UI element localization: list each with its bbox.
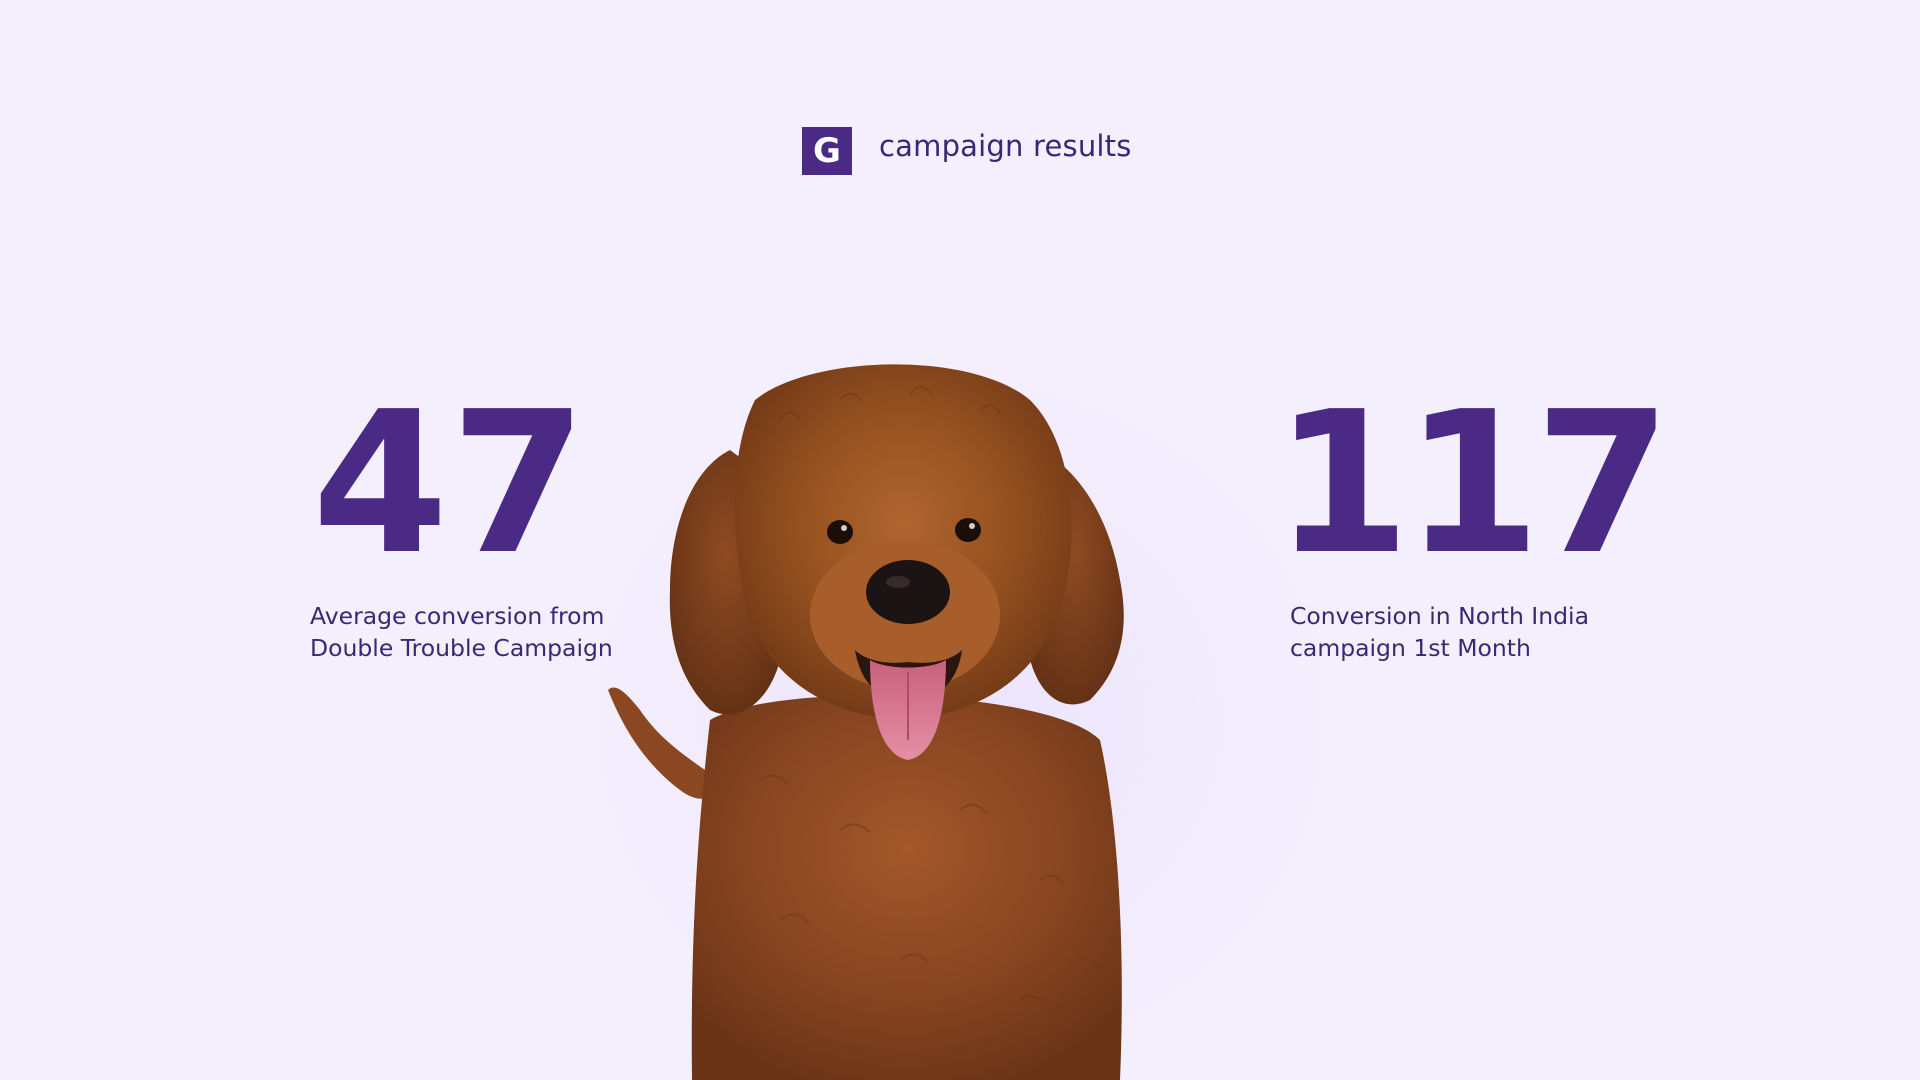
stat-value: 47 — [312, 370, 589, 598]
slide: G campaign results 47 Average conversion… — [0, 0, 1920, 1080]
brand-logo: G — [802, 127, 852, 175]
dog-tail — [608, 687, 720, 799]
stat-caption-line: Conversion in North India — [1290, 602, 1589, 630]
page-title: campaign results — [879, 129, 1132, 163]
dog-image — [608, 364, 1124, 1080]
logo-letter: G — [813, 131, 841, 171]
header: G campaign results — [802, 126, 1132, 176]
dog-eye-right — [955, 518, 981, 542]
stat-caption: Conversion in North India campaign 1st M… — [1290, 600, 1665, 664]
dog-nose — [866, 560, 950, 624]
dog-eye-left — [827, 520, 853, 544]
stat-left: 47 Average conversion from Double Troubl… — [310, 370, 613, 664]
stat-caption-line: Average conversion from — [310, 602, 605, 630]
stat-caption: Average conversion from Double Trouble C… — [310, 600, 613, 664]
stat-value: 117 — [1274, 370, 1671, 598]
stat-caption-line: campaign 1st Month — [1290, 634, 1531, 662]
stat-caption-line: Double Trouble Campaign — [310, 634, 613, 662]
stat-right: 117 Conversion in North India campaign 1… — [1274, 370, 1671, 664]
